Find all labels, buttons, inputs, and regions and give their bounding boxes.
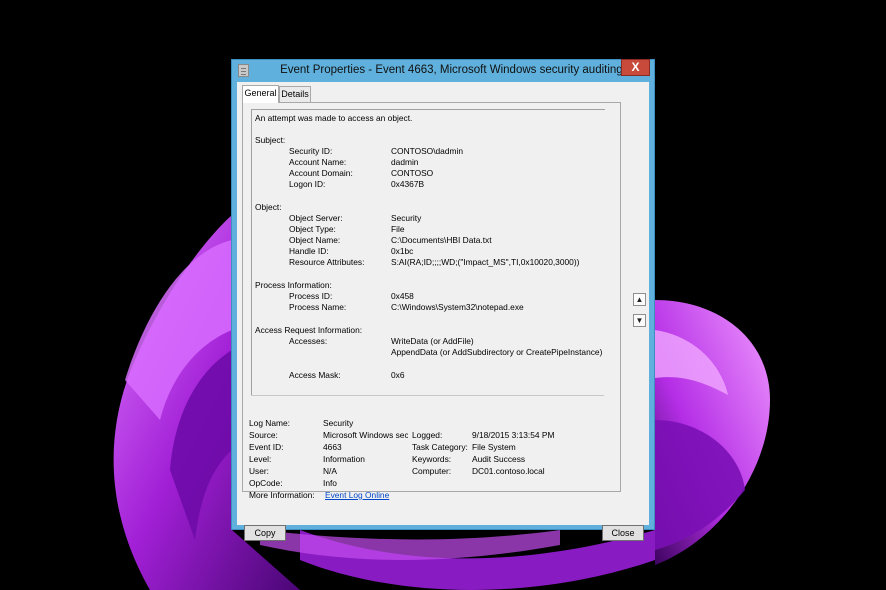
next-event-button[interactable]: ▼: [633, 314, 646, 327]
source-value: Microsoft Windows security auditing.: [323, 430, 408, 440]
access-request-heading: Access Request Information:: [255, 325, 363, 335]
title-bar[interactable]: Event Properties - Event 4663, Microsoft…: [232, 59, 654, 82]
handle-id-value: 0x1bc: [391, 246, 414, 256]
account-domain-label: Account Domain:: [289, 168, 353, 178]
general-tab-panel: An attempt was made to access an object.…: [242, 102, 646, 500]
object-type-value: File: [391, 224, 405, 234]
account-domain-value: CONTOSO: [391, 168, 434, 178]
object-name-label: Object Name:: [289, 235, 341, 245]
process-id-label: Process ID:: [289, 291, 333, 301]
process-id-value: 0x458: [391, 291, 414, 301]
event-id-value: 4663: [323, 442, 342, 452]
previous-event-button[interactable]: ▲: [633, 293, 646, 306]
keywords-value: Audit Success: [472, 454, 526, 464]
object-heading: Object:: [255, 202, 282, 212]
resource-attributes-label: Resource Attributes:: [289, 257, 365, 267]
process-name-label: Process Name:: [289, 302, 347, 312]
message-divider: [251, 395, 604, 396]
event-id-label: Event ID:: [249, 442, 284, 452]
level-value: Information: [323, 454, 365, 464]
access-mask-label: Access Mask:: [289, 370, 341, 380]
event-properties-window: Event Properties - Event 4663, Microsoft…: [231, 59, 655, 541]
resource-attributes-value: S:AI(RA;ID;;;;WD;("Impact_MS",TI,0x10020…: [391, 257, 580, 267]
close-button[interactable]: Close: [602, 525, 644, 541]
opcode-value: Info: [323, 478, 337, 488]
keywords-label: Keywords:: [412, 454, 452, 464]
user-value: N/A: [323, 466, 337, 476]
logged-label: Logged:: [412, 430, 443, 440]
arrow-down-icon: ▼: [635, 316, 644, 325]
handle-id-label: Handle ID:: [289, 246, 329, 256]
accesses-value-2: AppendData (or AddSubdirectory or Create…: [391, 347, 603, 357]
access-mask-value: 0x6: [391, 370, 405, 380]
object-server-label: Object Server:: [289, 213, 343, 223]
object-name-value: C:\Documents\HBI Data.txt: [391, 235, 492, 245]
event-message-box[interactable]: An attempt was made to access an object.…: [251, 109, 605, 396]
log-name-label: Log Name:: [249, 418, 290, 428]
task-category-label: Task Category:: [412, 442, 468, 452]
dialog-client-area: General Details An attempt was made to a…: [237, 82, 649, 541]
logon-id-label: Logon ID:: [289, 179, 326, 189]
event-log-online-link[interactable]: Event Log Online: [325, 490, 389, 500]
more-information-label: More Information:: [249, 490, 315, 500]
security-id-label: Security ID:: [289, 146, 333, 156]
tab-details[interactable]: Details: [279, 86, 311, 102]
close-window-button[interactable]: X: [621, 59, 650, 76]
process-heading: Process Information:: [255, 280, 332, 290]
account-name-label: Account Name:: [289, 157, 347, 167]
account-name-value: dadmin: [391, 157, 419, 167]
arrow-up-icon: ▲: [635, 295, 644, 304]
computer-value: DC01.contoso.local: [472, 466, 545, 476]
process-name-value: C:\Windows\System32\notepad.exe: [391, 302, 524, 312]
accesses-label: Accesses:: [289, 336, 328, 346]
subject-heading: Subject:: [255, 135, 286, 145]
source-label: Source:: [249, 430, 278, 440]
logged-value: 9/18/2015 3:13:54 PM: [472, 430, 555, 440]
security-id-value: CONTOSO\dadmin: [391, 146, 463, 156]
copy-button[interactable]: Copy: [244, 525, 286, 541]
accesses-value-1: WriteData (or AddFile): [391, 336, 474, 346]
level-label: Level:: [249, 454, 272, 464]
object-server-value: Security: [391, 213, 422, 223]
computer-label: Computer:: [412, 466, 452, 476]
opcode-label: OpCode:: [249, 478, 283, 488]
logon-id-value: 0x4367B: [391, 179, 425, 189]
task-category-value: File System: [472, 442, 516, 452]
window-title: Event Properties - Event 4663, Microsoft…: [280, 64, 626, 76]
message-intro: An attempt was made to access an object.: [255, 113, 413, 123]
user-label: User:: [249, 466, 270, 476]
object-type-label: Object Type:: [289, 224, 336, 234]
log-name-value: Security: [323, 418, 354, 428]
tab-general[interactable]: General: [242, 85, 279, 103]
